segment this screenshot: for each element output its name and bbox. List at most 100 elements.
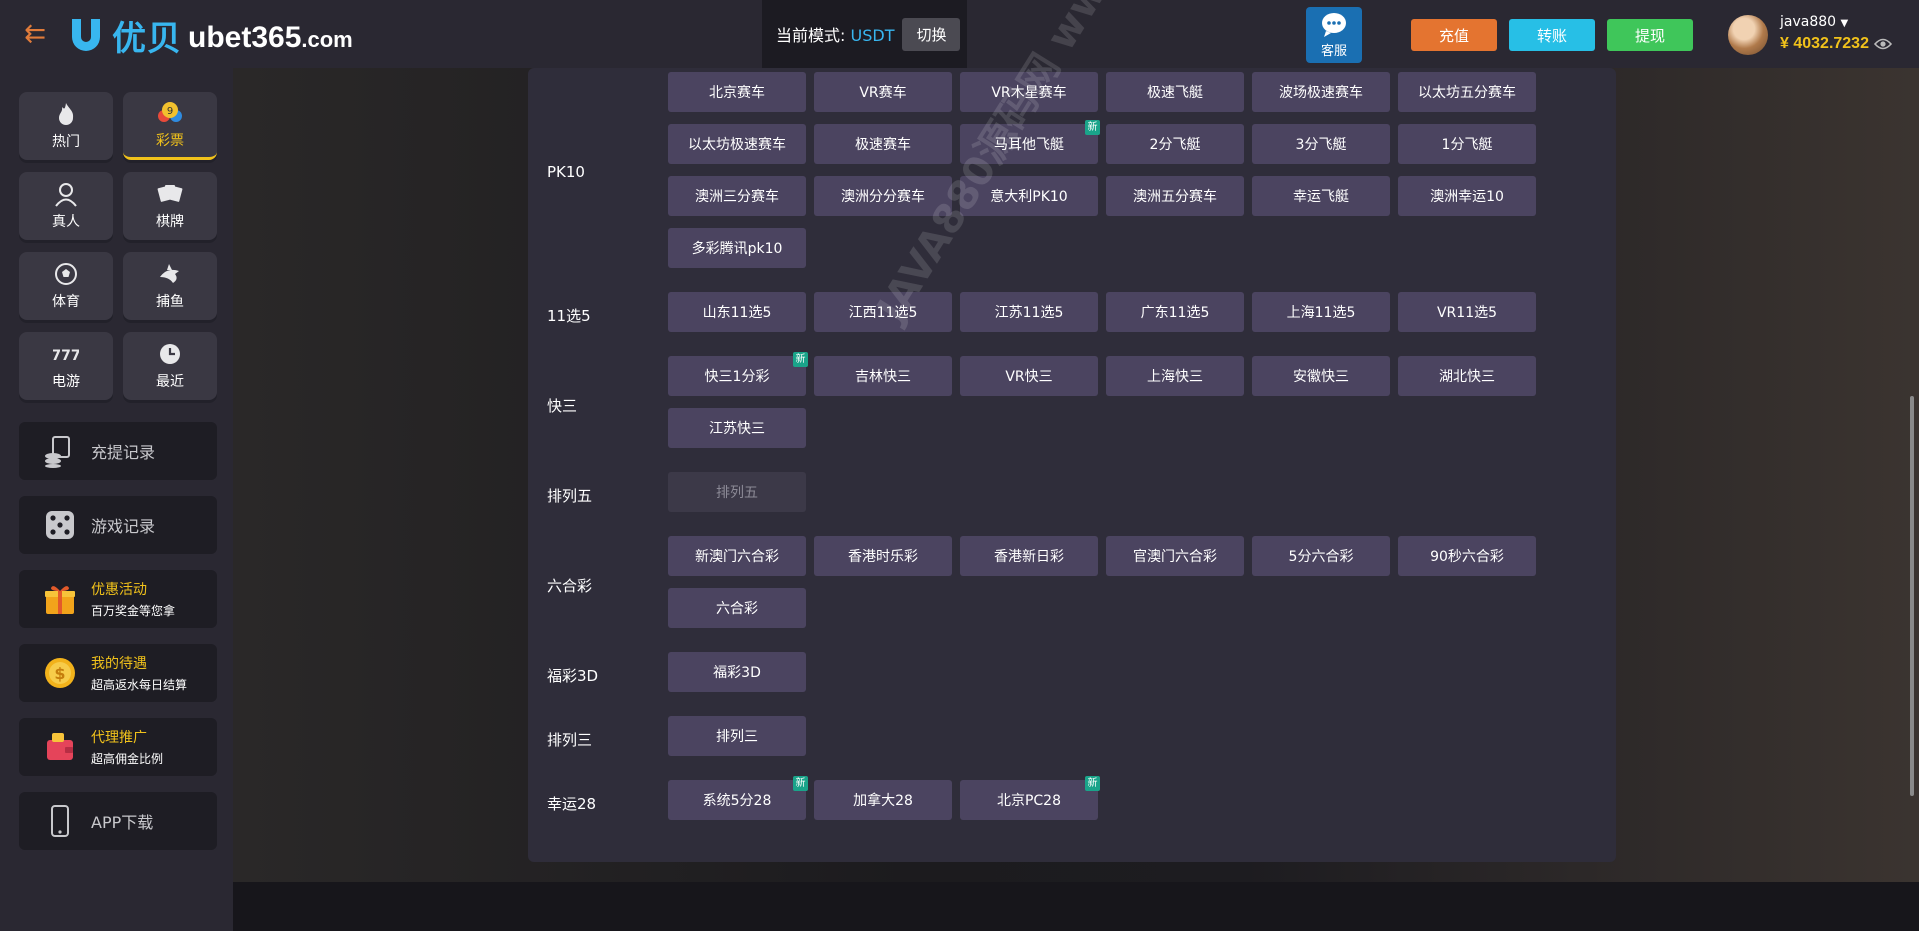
- game-button: 排列五: [668, 472, 806, 512]
- svg-text:9: 9: [167, 106, 173, 117]
- game-button[interactable]: 以太坊极速赛车: [668, 124, 806, 164]
- top-bar: ⇇ 优贝 ubet365.com 当前模式: USDT 切换 客服 充值 转账 …: [0, 0, 1919, 68]
- category-lottery[interactable]: 9 彩票: [123, 92, 217, 160]
- game-button[interactable]: 广东11选5: [1106, 292, 1244, 332]
- coins-stack-icon: [45, 436, 70, 468]
- game-button[interactable]: 北京赛车: [668, 72, 806, 112]
- game-button[interactable]: 系统5分28 新: [668, 776, 808, 820]
- game-button[interactable]: 5分六合彩: [1252, 536, 1390, 576]
- sidebar-item-my-benefits[interactable]: $ 我的待遇 超高返水每日结算: [19, 644, 217, 702]
- game-button[interactable]: 山东11选5: [668, 292, 806, 332]
- game-button[interactable]: 新澳门六合彩: [668, 536, 806, 576]
- game-button[interactable]: 以太坊五分赛车: [1398, 72, 1536, 112]
- game-button[interactable]: 澳洲幸运10: [1398, 176, 1536, 216]
- category-cards[interactable]: 棋牌: [123, 172, 217, 240]
- dice-icon: [46, 511, 74, 539]
- wallet-icon: [47, 733, 73, 760]
- recharge-button[interactable]: 充值: [1411, 19, 1497, 51]
- mode-label: 当前模式: USDT: [776, 26, 895, 45]
- group-label: 排列五: [547, 487, 593, 505]
- category-live[interactable]: 真人: [19, 172, 113, 240]
- game-button[interactable]: VR快三: [960, 356, 1098, 396]
- sidebar-item-game-records[interactable]: 游戏记录: [19, 496, 217, 554]
- sidebar-item-agent-promotion[interactable]: 代理推广 超高佣金比例: [19, 718, 217, 776]
- transfer-button[interactable]: 转账: [1509, 19, 1595, 51]
- game-button[interactable]: 上海快三: [1106, 356, 1244, 396]
- soccer-ball-icon: [55, 263, 77, 285]
- game-button[interactable]: 吉林快三: [814, 356, 952, 396]
- category-hot[interactable]: 热门: [19, 92, 113, 160]
- chevron-down-icon: ▼: [1840, 18, 1849, 29]
- balance: ¥ 4032.7232: [1780, 35, 1869, 52]
- mobile-phone-icon: [51, 805, 69, 837]
- switch-mode-button[interactable]: 切换: [902, 17, 961, 51]
- scrollbar[interactable]: [1910, 396, 1914, 796]
- dealer-icon: [55, 183, 77, 207]
- game-button[interactable]: 排列三: [668, 716, 806, 756]
- game-button[interactable]: 澳洲三分赛车: [668, 176, 806, 216]
- game-button[interactable]: 90秒六合彩: [1398, 536, 1536, 576]
- category-slots[interactable]: 777 电游: [19, 332, 113, 400]
- category-sports[interactable]: 体育: [19, 252, 113, 320]
- username[interactable]: java880 ▼: [1780, 14, 1848, 30]
- lottery-ball-icon: 9: [158, 101, 182, 122]
- game-button[interactable]: 极速飞艇: [1106, 72, 1244, 112]
- game-button[interactable]: 江苏快三: [668, 408, 806, 448]
- game-button[interactable]: 官澳门六合彩: [1106, 536, 1244, 576]
- game-button[interactable]: 3分飞艇: [1252, 124, 1390, 164]
- group-label: 六合彩: [547, 577, 593, 595]
- game-button[interactable]: 湖北快三: [1398, 356, 1536, 396]
- coin-icon: $: [45, 658, 75, 688]
- logo-english: ubet365.com: [188, 21, 353, 54]
- new-badge: 新: [793, 352, 808, 367]
- game-button[interactable]: 波场极速赛车: [1252, 72, 1390, 112]
- game-button[interactable]: VR11选5: [1398, 292, 1536, 332]
- game-button[interactable]: 六合彩: [668, 588, 806, 628]
- group-label: 福彩3D: [547, 667, 599, 685]
- game-button[interactable]: VR木星赛车: [960, 72, 1098, 112]
- chat-bubble-icon: [1322, 13, 1346, 37]
- sidebar-item-transaction-records[interactable]: 充提记录: [19, 422, 217, 480]
- new-badge: 新: [1085, 120, 1100, 135]
- eye-icon[interactable]: [1874, 37, 1892, 51]
- category-recent[interactable]: 最近: [123, 332, 217, 400]
- game-button[interactable]: 北京PC28 新: [960, 776, 1100, 820]
- sidebar-item-promotions[interactable]: 优惠活动 百万奖金等您拿: [19, 570, 217, 628]
- game-button[interactable]: 2分飞艇: [1106, 124, 1244, 164]
- game-button[interactable]: 上海11选5: [1252, 292, 1390, 332]
- mode-value: USDT: [850, 26, 895, 45]
- game-button[interactable]: 极速赛车: [814, 124, 952, 164]
- customer-service-button[interactable]: 客服: [1306, 7, 1362, 63]
- category-fishing[interactable]: 捕鱼: [123, 252, 217, 320]
- collapse-menu-icon[interactable]: ⇇: [22, 21, 48, 48]
- gift-icon: [45, 586, 75, 614]
- game-button[interactable]: 江西11选5: [814, 292, 952, 332]
- game-button[interactable]: 意大利PK10: [960, 176, 1098, 216]
- sidebar-item-app-download[interactable]: APP下载: [19, 792, 217, 850]
- slot-777-icon: 777: [53, 348, 79, 364]
- svg-text:777: 777: [53, 348, 79, 364]
- withdraw-button[interactable]: 提现: [1607, 19, 1693, 51]
- group-label: 11选5: [547, 307, 591, 325]
- game-button[interactable]: 安徽快三: [1252, 356, 1390, 396]
- game-button[interactable]: 福彩3D: [668, 652, 806, 692]
- new-badge: 新: [1085, 776, 1100, 791]
- game-button[interactable]: 1分飞艇: [1398, 124, 1536, 164]
- game-button[interactable]: 马耳他飞艇新: [960, 120, 1100, 164]
- game-button[interactable]: 澳洲五分赛车: [1106, 176, 1244, 216]
- game-button[interactable]: 加拿大28: [814, 780, 952, 820]
- game-button[interactable]: 江苏11选5: [960, 292, 1098, 332]
- flame-icon: [59, 103, 74, 125]
- game-button[interactable]: 香港新日彩: [960, 536, 1098, 576]
- footer-strip: [233, 882, 1919, 931]
- game-button[interactable]: 多彩腾讯pk10: [668, 228, 806, 268]
- mode-panel: 当前模式: USDT 切换: [762, 0, 967, 68]
- game-button[interactable]: 澳洲分分赛车: [814, 176, 952, 216]
- avatar[interactable]: [1728, 15, 1768, 55]
- game-button[interactable]: 香港时乐彩: [814, 536, 952, 576]
- logo[interactable]: 优贝 ubet365.com: [66, 14, 353, 59]
- game-button[interactable]: 幸运飞艇: [1252, 176, 1390, 216]
- game-button[interactable]: 快三1分彩新: [668, 352, 808, 396]
- game-button[interactable]: VR赛车: [814, 72, 952, 112]
- group-label: 排列三: [547, 731, 593, 749]
